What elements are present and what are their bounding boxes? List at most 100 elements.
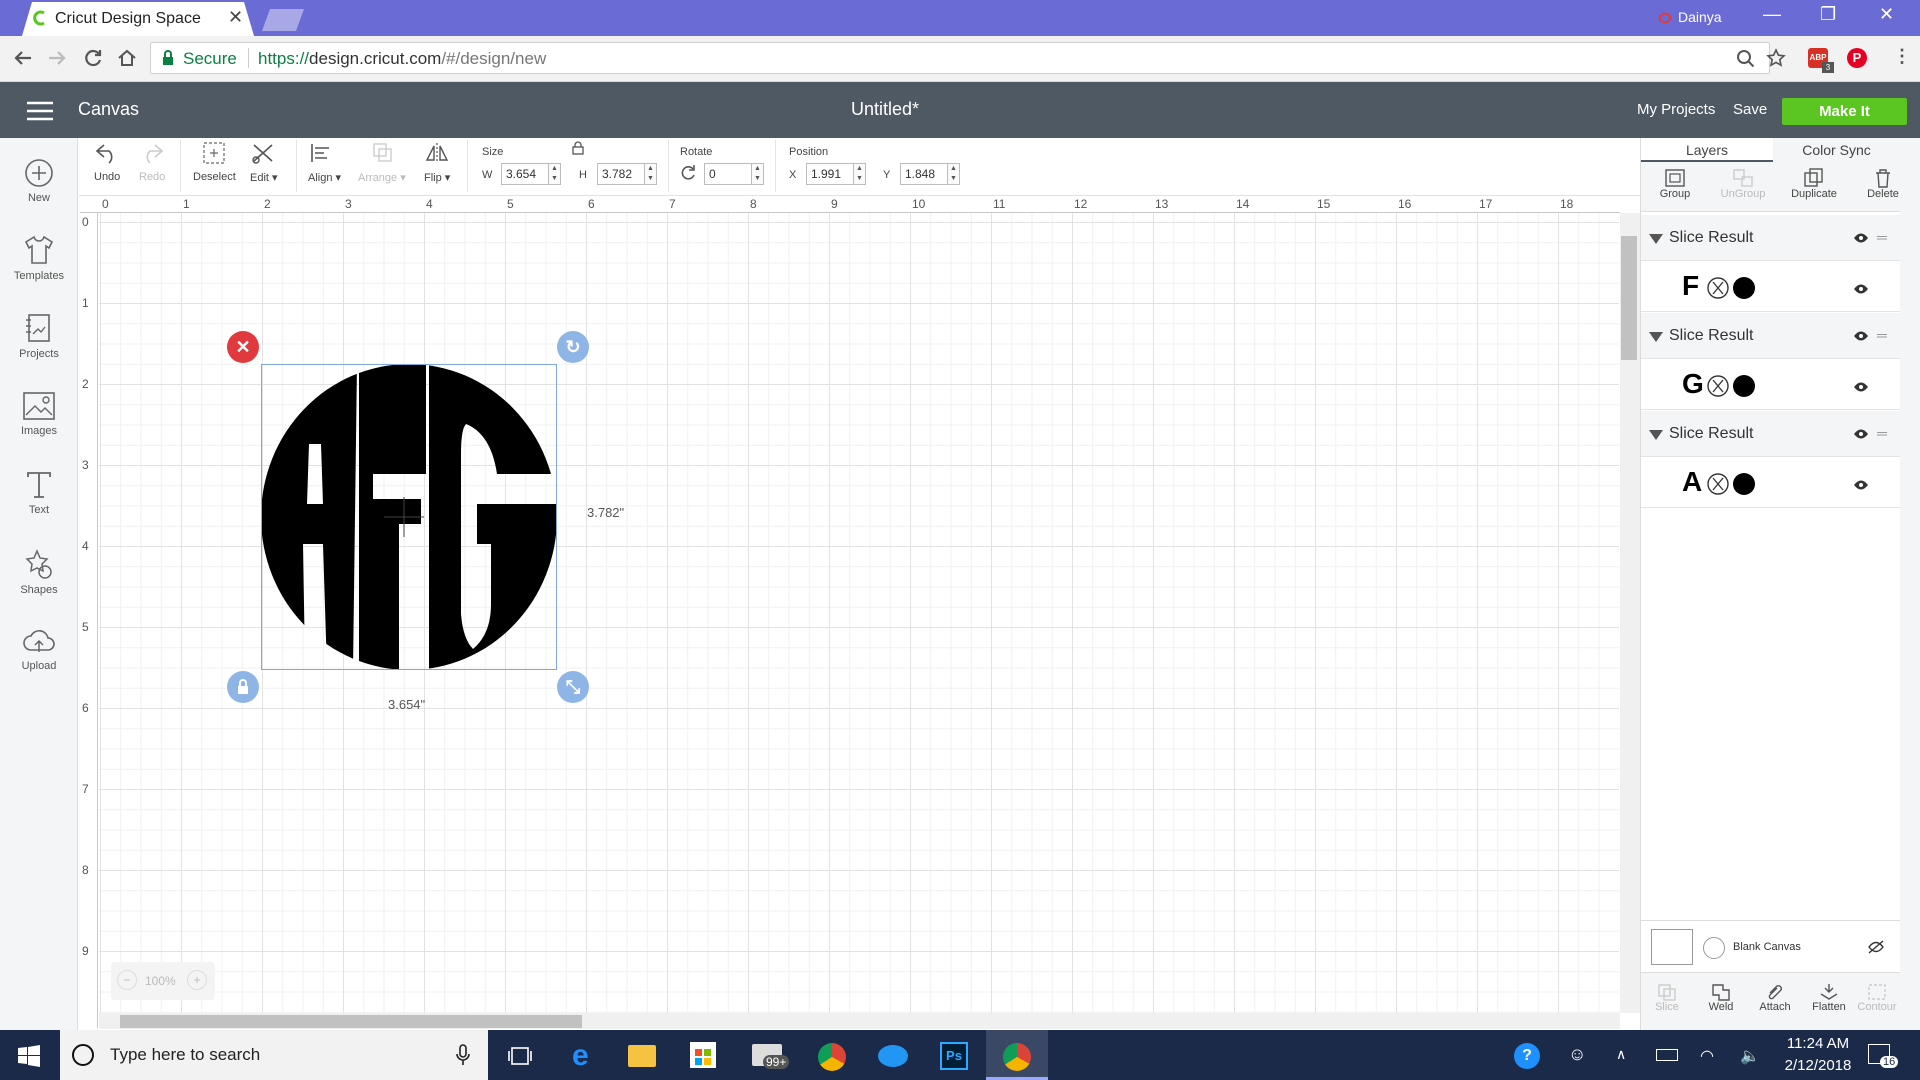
attach-button[interactable]: Attach <box>1745 983 1805 1013</box>
ungroup-button[interactable]: UnGroup <box>1711 168 1775 200</box>
redo-button[interactable]: Redo <box>139 141 165 183</box>
thunderbird-icon[interactable] <box>878 1045 908 1067</box>
battery-icon[interactable] <box>1656 1049 1678 1061</box>
selection-box[interactable] <box>261 364 557 670</box>
canvas-horizontal-scroll-thumb[interactable] <box>120 1015 582 1028</box>
resize-handle[interactable]: ⤡ <box>557 671 589 703</box>
eye-icon[interactable] <box>1853 427 1869 445</box>
eye-icon[interactable] <box>1853 231 1869 249</box>
undo-button[interactable]: Undo <box>94 141 120 183</box>
tab-color-sync[interactable]: Color Sync <box>1773 138 1900 162</box>
duplicate-button[interactable]: Duplicate <box>1782 168 1846 200</box>
my-projects-link[interactable]: My Projects <box>1637 101 1715 118</box>
color-swatch[interactable] <box>1733 277 1755 299</box>
eye-hidden-icon[interactable] <box>1867 939 1885 960</box>
home-icon[interactable] <box>116 47 138 74</box>
tab-close-button[interactable]: ✕ <box>228 7 243 28</box>
reload-icon[interactable] <box>82 47 104 74</box>
tab-layers[interactable]: Layers <box>1641 138 1773 162</box>
save-button[interactable]: Save <box>1733 101 1767 118</box>
wifi-icon[interactable]: ◠ <box>1700 1046 1714 1066</box>
color-swatch[interactable] <box>1733 375 1755 397</box>
color-swatch[interactable] <box>1733 473 1755 495</box>
eye-icon[interactable] <box>1853 282 1869 300</box>
sidebar-item-text[interactable]: Text <box>0 470 78 516</box>
back-icon[interactable] <box>12 47 34 74</box>
sidebar-item-shapes[interactable]: Shapes <box>0 548 78 596</box>
zoom-out-button[interactable]: − <box>117 970 137 990</box>
chrome-menu-icon[interactable]: ⋮ <box>1893 46 1911 67</box>
arrange-button[interactable]: Arrange ▾ <box>358 141 406 184</box>
weld-button[interactable]: Weld <box>1691 983 1751 1013</box>
zoom-in-button[interactable]: + <box>187 970 207 990</box>
contour-button[interactable]: Contour <box>1847 983 1907 1013</box>
delete-handle[interactable]: ✕ <box>227 331 259 363</box>
sidebar-item-upload[interactable]: Upload <box>0 628 78 672</box>
sidebar-item-images[interactable]: Images <box>0 391 78 437</box>
flip-button[interactable]: Flip ▾ <box>424 141 450 184</box>
eye-icon[interactable] <box>1853 380 1869 398</box>
photoshop-icon[interactable]: Ps <box>940 1042 968 1070</box>
make-it-button[interactable]: Make It <box>1782 98 1907 125</box>
collapse-arrow-icon[interactable] <box>1649 427 1663 445</box>
pinterest-icon[interactable]: P <box>1847 48 1867 68</box>
lock-handle[interactable] <box>227 671 259 703</box>
profile-name[interactable]: Dainya <box>1678 9 1722 25</box>
drag-handle-icon[interactable]: ═ <box>1877 229 1887 245</box>
canvas-vertical-scroll-thumb[interactable] <box>1621 236 1637 360</box>
document-title[interactable]: Untitled* <box>760 99 1010 120</box>
chrome-taskbar-icon[interactable] <box>818 1043 846 1071</box>
width-stepper[interactable]: ▲ ▼ <box>549 163 561 185</box>
eye-icon[interactable] <box>1853 329 1869 347</box>
layer-item[interactable]: G <box>1641 360 1900 410</box>
forward-icon[interactable] <box>46 47 68 74</box>
star-icon[interactable] <box>1766 48 1786 73</box>
profile-icon[interactable] <box>1656 9 1674 32</box>
y-position-stepper[interactable]: ▲ ▼ <box>948 163 960 185</box>
height-stepper[interactable]: ▲ ▼ <box>645 163 657 185</box>
y-position-input[interactable]: 1.848 <box>900 163 948 185</box>
lock-icon[interactable] <box>162 50 174 71</box>
taskbar-search-placeholder[interactable]: Type here to search <box>110 1045 260 1065</box>
collapse-arrow-icon[interactable] <box>1649 329 1663 347</box>
collapse-arrow-icon[interactable] <box>1649 231 1663 249</box>
lock-aspect-icon[interactable] <box>571 141 585 160</box>
sidebar-item-projects[interactable]: Projects <box>0 312 78 360</box>
slice-button[interactable]: Slice <box>1637 983 1697 1013</box>
layer-group-header[interactable]: Slice Result ═ <box>1641 411 1900 457</box>
windows-start-icon[interactable] <box>18 1045 40 1072</box>
deselect-button[interactable]: Deselect <box>193 141 236 183</box>
taskbar-clock-time[interactable]: 11:24 AM <box>1776 1035 1860 1052</box>
x-position-input[interactable]: 1.991 <box>806 163 854 185</box>
restore-icon[interactable]: ❐ <box>1820 4 1836 25</box>
hamburger-menu-icon[interactable] <box>27 101 53 126</box>
taskbar-clock-date[interactable]: 2/12/2018 <box>1776 1057 1860 1074</box>
help-icon[interactable]: ? <box>1514 1043 1540 1069</box>
microphone-icon[interactable] <box>456 1044 470 1071</box>
edit-button[interactable]: Edit ▾ <box>250 141 278 184</box>
drag-handle-icon[interactable]: ═ <box>1877 425 1887 441</box>
rotate-handle[interactable]: ↻ <box>557 331 589 363</box>
group-button[interactable]: Group <box>1643 168 1707 200</box>
blank-canvas-row[interactable]: Blank Canvas <box>1641 920 1900 972</box>
layer-group-header[interactable]: Slice Result ═ <box>1641 313 1900 359</box>
canvas-color-picker[interactable] <box>1703 937 1725 959</box>
layers-scrollbar[interactable] <box>1900 138 1920 1030</box>
zoom-icon[interactable] <box>1736 49 1756 74</box>
file-explorer-icon[interactable] <box>628 1045 656 1067</box>
sidebar-item-templates[interactable]: Templates <box>0 234 78 282</box>
store-icon[interactable] <box>690 1042 716 1068</box>
height-input[interactable]: 3.782 <box>597 163 645 185</box>
eye-icon[interactable] <box>1853 478 1869 496</box>
canvas-color-swatch[interactable] <box>1651 929 1693 965</box>
layer-group-header[interactable]: Slice Result ═ <box>1641 215 1900 261</box>
chevron-up-icon[interactable]: ∧ <box>1616 1046 1626 1063</box>
people-icon[interactable]: ☺ <box>1568 1044 1586 1065</box>
chrome-taskbar-icon-active[interactable] <box>1003 1043 1031 1071</box>
volume-icon[interactable]: 🔈 <box>1740 1046 1760 1066</box>
close-window-icon[interactable]: ✕ <box>1879 4 1894 25</box>
task-view-icon[interactable] <box>508 1046 532 1071</box>
url-text[interactable]: https://design.cricut.com/#/design/new <box>258 49 546 69</box>
rotate-input[interactable]: 0 <box>704 163 752 185</box>
align-button[interactable]: Align ▾ <box>308 141 341 184</box>
